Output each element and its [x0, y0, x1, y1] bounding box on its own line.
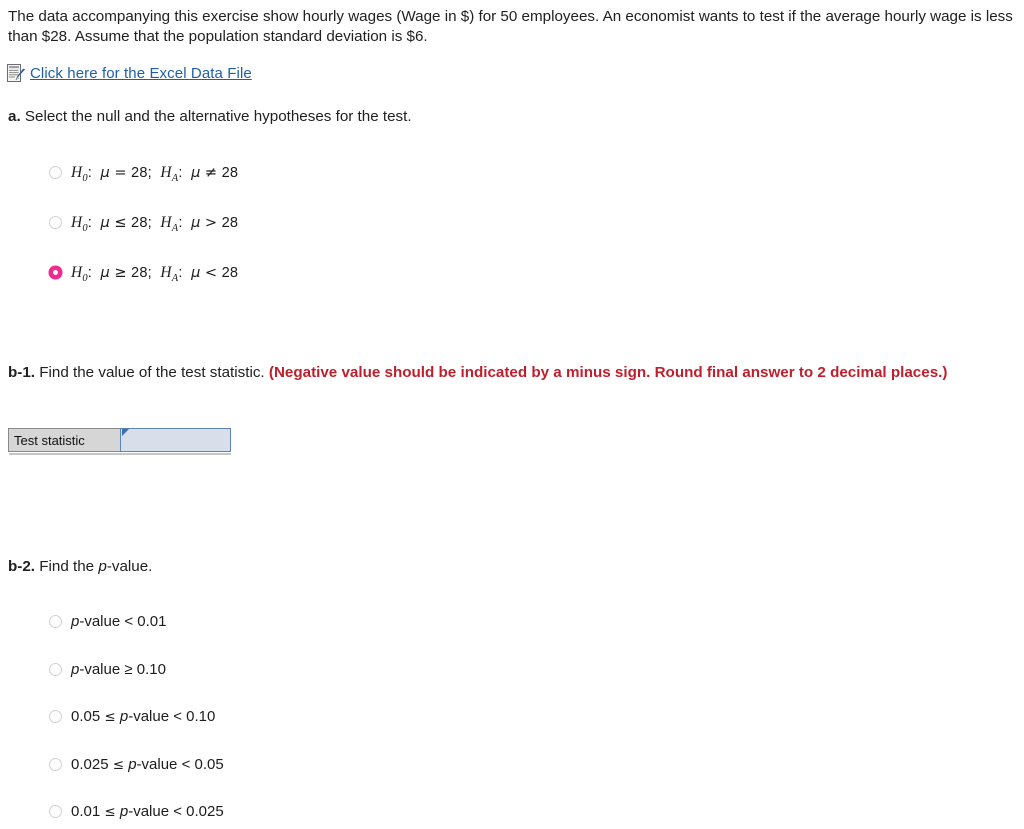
ha-relation: ≠ [204, 164, 218, 181]
p-value-lower-bound: 0.025 [71, 756, 109, 773]
mu-symbol: μ [100, 214, 111, 231]
ha-value: 28 [221, 165, 239, 181]
part-b1-text: Find the value of the test statistic. [39, 364, 265, 381]
ha-relation: < [204, 264, 218, 281]
radio-a-option-1[interactable] [49, 166, 62, 179]
part-b2-text-italic: p [98, 558, 107, 575]
part-b2-text-before: Find the [39, 558, 99, 575]
part-a-option-3[interactable]: H0: μ ≥ 28; HA: μ < 28 [49, 263, 238, 288]
h0-relation: ≥ [114, 264, 127, 281]
mu-symbol: μ [191, 264, 201, 281]
part-b1-warning: (Negative value should be indicated by a… [268, 364, 948, 381]
test-statistic-input[interactable] [120, 428, 231, 452]
exercise-intro-text: The data accompanying this exercise show… [8, 8, 1013, 45]
p-value-range: -value < 0.05 [136, 756, 224, 773]
part-a-option-1-label: H0: μ = 28; HA: μ ≠ 28 [71, 164, 239, 184]
part-b2-option-3[interactable]: 0.05 ≤ p-value < 0.10 [49, 707, 215, 727]
part-b2-text-after: -value. [106, 558, 153, 575]
p-symbol: p [128, 756, 137, 773]
part-b2-option-4-label: 0.025 ≤ p-value < 0.05 [71, 755, 224, 775]
p-symbol: p [119, 708, 129, 725]
test-statistic-field-group: Test statistic [8, 428, 231, 452]
part-b2-option-1[interactable]: p-value < 0.01 [49, 612, 167, 631]
p-symbol: p [119, 803, 129, 820]
radio-b2-option-5[interactable] [49, 805, 62, 818]
part-b2-option-2-label: p-value ≥ 0.10 [71, 660, 166, 679]
part-a-prompt: a. Select the null and the alternative h… [8, 106, 412, 127]
mu-symbol: μ [100, 264, 111, 281]
p-value-lower-bound: 0.01 [71, 803, 101, 820]
p-value-range: -value < 0.01 [79, 613, 167, 630]
excel-data-file-row[interactable]: Click here for the Excel Data File [7, 64, 252, 83]
part-b1-prompt: b-1. Find the value of the test statisti… [8, 362, 1008, 383]
h0-relation: = [114, 164, 127, 181]
part-b2-prompt: b-2. Find the p-value. [8, 556, 152, 577]
radio-a-option-3[interactable] [49, 266, 62, 279]
ha-value: 28 [221, 265, 239, 281]
radio-b2-option-1[interactable] [49, 615, 62, 628]
h0-value: 28 [131, 215, 148, 231]
excel-data-file-link[interactable]: Click here for the Excel Data File [30, 65, 252, 82]
p-value-relation: ≤ [112, 757, 125, 773]
h0-value: 28 [131, 265, 148, 281]
h0-value: 28 [131, 165, 148, 181]
part-b2-option-2[interactable]: p-value ≥ 0.10 [49, 660, 166, 679]
part-a-label: a. [8, 108, 21, 125]
radio-b2-option-3[interactable] [49, 710, 62, 723]
part-a-option-3-label: H0: μ ≥ 28; HA: μ < 28 [71, 264, 239, 284]
document-pen-icon [7, 64, 26, 83]
part-a-text: Select the null and the alternative hypo… [24, 108, 412, 125]
part-b2-option-5[interactable]: 0.01 ≤ p-value < 0.025 [49, 802, 224, 822]
p-value-lower-bound: 0.05 [71, 708, 101, 725]
p-value-relation: ≤ [104, 804, 116, 820]
p-value-range: -value < 0.025 [128, 803, 224, 820]
radio-a-option-2[interactable] [49, 216, 62, 229]
p-value-range: -value < 0.10 [128, 708, 216, 725]
h0-relation: ≤ [114, 214, 127, 231]
mu-symbol: μ [191, 214, 201, 231]
part-b2-option-4[interactable]: 0.025 ≤ p-value < 0.05 [49, 755, 224, 775]
part-b2-label: b-2. [8, 558, 36, 575]
p-value-relation: ≤ [104, 709, 116, 725]
part-b2-option-5-label: 0.01 ≤ p-value < 0.025 [71, 802, 224, 822]
p-value-range: -value ≥ 0.10 [79, 661, 166, 678]
radio-b2-option-2[interactable] [49, 663, 62, 676]
ha-relation: > [204, 214, 218, 231]
part-a-option-1[interactable]: H0: μ = 28; HA: μ ≠ 28 [49, 163, 238, 188]
test-statistic-shadow [9, 453, 231, 455]
part-a-option-2-label: H0: μ ≤ 28; HA: μ > 28 [71, 214, 239, 234]
part-b2-option-3-label: 0.05 ≤ p-value < 0.10 [71, 707, 215, 727]
radio-b2-option-4[interactable] [49, 758, 62, 771]
mu-symbol: μ [191, 164, 201, 181]
part-b2-option-1-label: p-value < 0.01 [71, 612, 167, 631]
part-a-option-2[interactable]: H0: μ ≤ 28; HA: μ > 28 [49, 213, 238, 238]
part-b1-label: b-1. [8, 364, 36, 381]
mu-symbol: μ [100, 164, 111, 181]
test-statistic-label: Test statistic [8, 428, 120, 452]
ha-value: 28 [221, 215, 239, 231]
